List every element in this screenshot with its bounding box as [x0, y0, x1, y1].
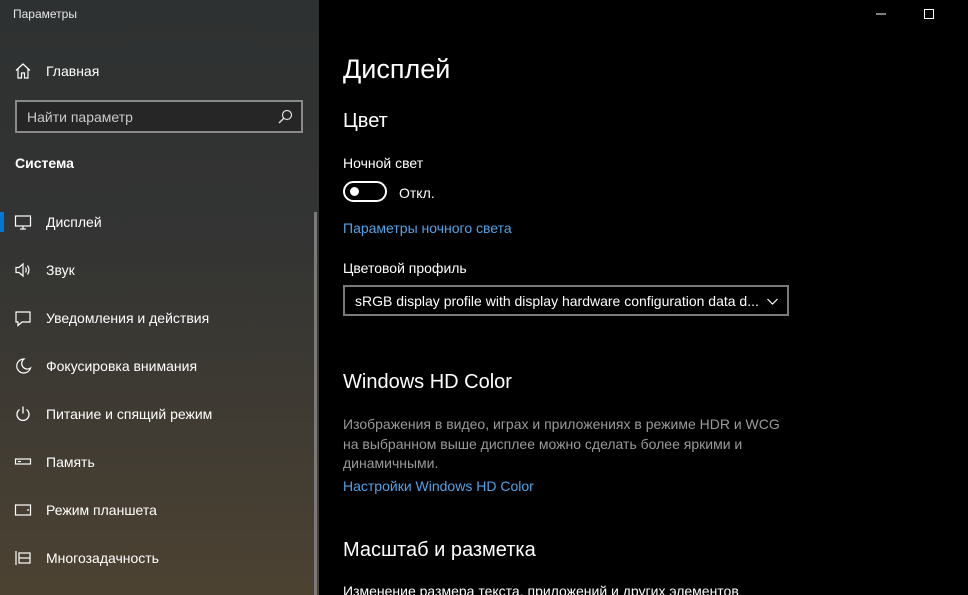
color-profile-select[interactable]: sRGB display profile with display hardwa…: [343, 285, 789, 316]
minimize-icon: [876, 13, 886, 15]
search-icon[interactable]: [278, 109, 293, 124]
color-profile-label: Цветовой профиль: [343, 260, 467, 276]
notification-icon: [15, 311, 31, 327]
settings-sidebar: Параметры Главная Система Дисплей Звук: [0, 0, 319, 595]
night-light-label: Ночной свет: [343, 155, 424, 171]
tablet-icon: [14, 504, 32, 516]
sidebar-home-label: Главная: [46, 63, 100, 79]
sidebar-item-label: Память: [46, 454, 95, 470]
hd-color-settings-link[interactable]: Настройки Windows HD Color: [343, 478, 534, 494]
sidebar-item-label: Режим планшета: [46, 502, 157, 518]
night-light-settings-link[interactable]: Параметры ночного света: [343, 220, 512, 236]
sidebar-item-multitasking[interactable]: Многозадачность: [0, 536, 312, 580]
sidebar-item-label: Дисплей: [46, 214, 102, 230]
color-heading: Цвет: [343, 110, 388, 132]
scale-layout-heading: Масштаб и разметка: [343, 539, 536, 561]
hd-color-heading: Windows HD Color: [343, 371, 512, 393]
sidebar-item-display[interactable]: Дисплей: [0, 200, 312, 244]
sidebar-item-storage[interactable]: Память: [0, 440, 312, 484]
main-content: Дисплей Цвет Ночной свет Откл. Параметры…: [319, 0, 968, 595]
sidebar-section-title: Система: [15, 155, 74, 171]
sidebar-item-label: Звук: [46, 262, 75, 278]
moon-icon: [16, 358, 32, 374]
search-box[interactable]: [15, 100, 303, 133]
night-light-state: Откл.: [399, 185, 435, 201]
scale-layout-description: Изменение размера текста, приложений и д…: [343, 583, 739, 595]
sidebar-item-notifications[interactable]: Уведомления и действия: [0, 296, 312, 340]
search-input[interactable]: [17, 102, 272, 131]
speaker-icon: [15, 262, 30, 278]
sidebar-home[interactable]: Главная: [0, 56, 319, 86]
toggle-knob: [350, 187, 359, 196]
maximize-icon: [924, 9, 934, 19]
minimize-button[interactable]: [859, 0, 905, 28]
sidebar-item-focus-assist[interactable]: Фокусировка внимания: [0, 344, 312, 388]
multitasking-icon: [15, 551, 31, 565]
night-light-toggle[interactable]: [343, 181, 387, 202]
sidebar-item-label: Питание и спящий режим: [46, 406, 213, 422]
sidebar-item-sound[interactable]: Звук: [0, 248, 312, 292]
selection-indicator: [0, 212, 4, 232]
hd-color-description: Изображения в видео, играх и приложениях…: [343, 416, 780, 471]
sidebar-scrollbar[interactable]: [314, 212, 317, 595]
maximize-button[interactable]: [905, 0, 951, 28]
sidebar-item-label: Многозадачность: [46, 550, 159, 566]
app-title: Параметры: [13, 7, 77, 21]
sidebar-item-label: Фокусировка внимания: [46, 358, 198, 374]
monitor-icon: [14, 215, 32, 230]
sidebar-item-tablet-mode[interactable]: Режим планшета: [0, 488, 312, 532]
home-icon: [15, 63, 31, 79]
chevron-down-icon: [767, 298, 778, 305]
sidebar-item-power[interactable]: Питание и спящий режим: [0, 392, 312, 436]
sidebar-item-label: Уведомления и действия: [46, 310, 210, 326]
page-title: Дисплей: [343, 54, 451, 84]
color-profile-value: sRGB display profile with display hardwa…: [355, 293, 759, 309]
power-icon: [16, 406, 30, 421]
storage-icon: [14, 458, 32, 465]
